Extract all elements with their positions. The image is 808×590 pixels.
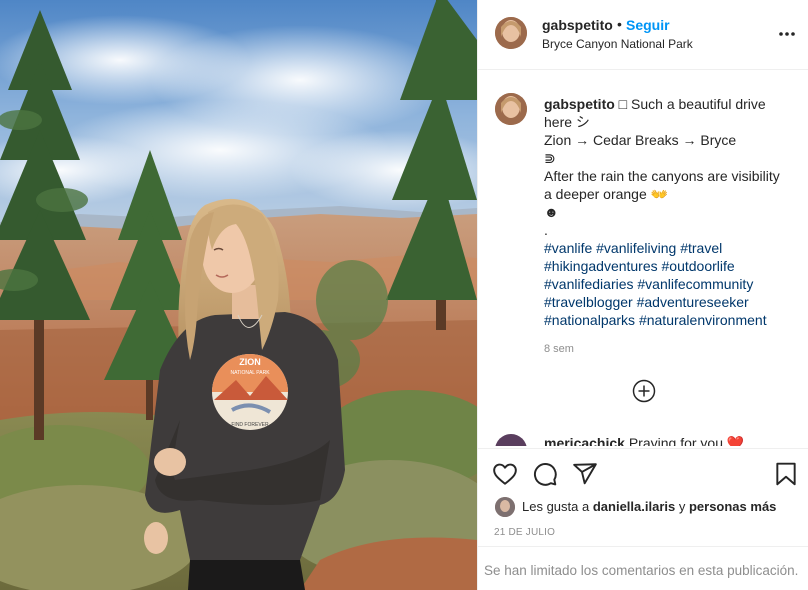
caption-text: □ Such a beautiful drive [618,96,766,112]
liker-username[interactable]: daniella.ilaris [593,499,675,514]
share-button[interactable] [572,461,598,487]
avatar-image [495,93,527,125]
caption-line: gabspetito □ Such a beautiful drive [544,95,799,113]
likes-connector: y [678,499,686,514]
save-button[interactable] [773,461,799,487]
post-date[interactable]: 21 DE JULIO [494,527,555,538]
comment-preview: mericachick Praying for you ❤️ [495,434,795,446]
post-photo[interactable]: ZION NATIONAL PARK FIND FOREVER [0,0,477,590]
caption-text: a deeper orange 👐 [544,186,669,202]
post-location[interactable]: Bryce Canyon National Park [542,37,693,51]
follow-separator: • [617,16,622,32]
post-actions-section: Les gusta a daniella.ilaris y personas m… [478,448,808,590]
post-header: gabspetito • Seguir Bryce Canyon Nationa… [478,0,808,70]
caption-text: After the rain the canyons are visibilit… [544,168,780,184]
heart-icon [493,463,517,485]
load-more-comments-button[interactable] [632,379,656,403]
avatar-image [495,17,527,49]
author-avatar[interactable] [495,17,527,49]
caption-username[interactable]: gabspetito [544,96,615,112]
hashtag-line[interactable]: #vanlifediaries #vanlifecommunity [544,275,799,293]
likes-prefix: Les gusta a [522,499,590,514]
comments-limited-bar: Se han limitado los comentarios en esta … [478,546,808,590]
hashtag-line[interactable]: #travelblogger #adventureseeker [544,293,799,311]
avatar-image [495,497,515,517]
post-caption: gabspetito □ Such a beautiful drive here… [544,95,799,329]
commenter-avatar[interactable] [495,434,527,446]
caption-author-avatar[interactable] [495,93,527,125]
svg-text:FIND FOREVER: FIND FOREVER [231,422,269,428]
likes-others-link[interactable]: personas más [689,499,776,514]
comment-button[interactable] [532,461,558,487]
caption-text: ☻ [544,204,559,220]
caption-text: ⋑ [544,150,556,166]
caption-text: here シ [544,114,590,130]
comment-text: Praying for you ❤️ [628,435,745,446]
svg-text:NATIONAL PARK: NATIONAL PARK [230,370,270,376]
hashtag-line[interactable]: #hikingadventures #outdoorlife [544,257,799,275]
caption-time-ago[interactable]: 8 sem [544,343,574,355]
author-username[interactable]: gabspetito [542,17,613,33]
send-icon [573,463,597,485]
more-options-button[interactable] [777,26,797,42]
post-details-panel: gabspetito • Seguir Bryce Canyon Nationa… [477,0,808,590]
like-button[interactable] [492,461,518,487]
plus-circle-icon [632,379,656,403]
caption-text: Zion → Cedar Breaks → Bryce [544,132,737,148]
likes-summary: Les gusta a daniella.ilaris y personas m… [522,499,776,514]
follow-button[interactable]: Seguir [626,17,670,33]
caption-text: . [544,222,548,238]
bookmark-icon [776,462,796,486]
liker-avatar[interactable] [495,497,515,517]
ellipsis-icon [779,32,795,36]
hashtag-line[interactable]: #nationalparks #naturalenvironment [544,311,799,329]
comments-limited-notice: Se han limitado los comentarios en esta … [484,563,799,578]
comment-icon [534,463,557,486]
commenter-username[interactable]: mericachick [544,435,625,446]
post-image: ZION NATIONAL PARK FIND FOREVER [0,0,477,590]
comment-text-line: mericachick Praying for you ❤️ [544,435,744,446]
svg-text:ZION: ZION [239,357,261,367]
hashtag-line[interactable]: #vanlife #vanlifeliving #travel [544,239,799,257]
instagram-post: ZION NATIONAL PARK FIND FOREVER gabspeti… [0,0,808,590]
